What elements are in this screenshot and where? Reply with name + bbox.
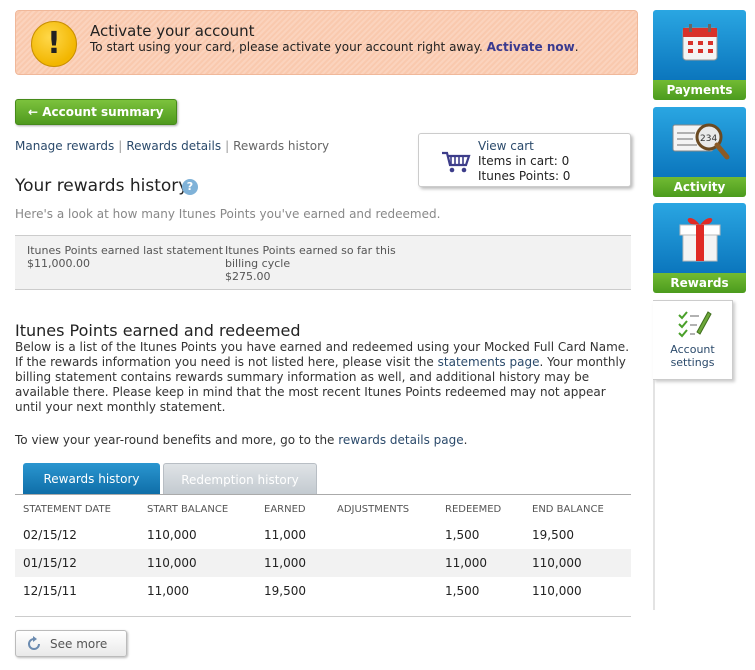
cart-items-count: Items in cart: 0 xyxy=(478,154,570,168)
cell-date: 12/15/11 xyxy=(23,584,77,598)
see-more-label: See more xyxy=(50,637,108,651)
sidebar-label-settings-2: settings xyxy=(670,356,715,369)
sidebar-rewards-bg xyxy=(653,203,746,273)
benefits-end: . xyxy=(463,433,468,447)
statements-page-link[interactable]: statements page xyxy=(438,355,540,369)
cell-earned: 11,000 xyxy=(256,549,329,577)
sidebar-label-payments: Payments xyxy=(653,80,746,100)
alert-text: To start using your card, please activat… xyxy=(90,40,579,54)
col-start-balance: START BALANCE xyxy=(147,503,229,515)
points-summary: Itunes Points earned last statement $11,… xyxy=(15,235,631,290)
table-bottom-divider xyxy=(15,616,631,617)
cart-widget: View cart Items in cart: 0 Itunes Points… xyxy=(418,133,631,187)
breadcrumb-manage-rewards[interactable]: Manage rewards xyxy=(15,139,114,153)
arrow-left-icon: ← xyxy=(28,105,39,119)
breadcrumb-rewards-details[interactable]: Rewards details xyxy=(126,139,221,153)
tabs-divider xyxy=(15,494,631,495)
cart-points: Itunes Points: 0 xyxy=(478,169,571,183)
table-row: 01/15/12 110,000 11,000 11,000 110,000 xyxy=(15,549,631,577)
tab-redemption-history[interactable]: Redemption history xyxy=(163,463,317,494)
cell-earned: 11,000 xyxy=(264,528,306,542)
benefits-text: To view your year-round benefits and mor… xyxy=(15,433,467,447)
cell-start: 110,000 xyxy=(147,528,197,542)
exclamation-icon: ! xyxy=(31,21,77,67)
col-statement-date: STATEMENT DATE xyxy=(23,503,111,515)
see-more-button[interactable]: See more xyxy=(15,630,127,657)
cell-redeemed: 1,500 xyxy=(445,528,480,542)
sidebar-payments-bg xyxy=(653,10,746,80)
breadcrumb: Manage rewards | Rewards details | Rewards h… xyxy=(15,139,329,153)
cell-date: 02/15/12 xyxy=(23,528,77,542)
account-summary-label: Account summary xyxy=(42,105,164,119)
cell-end: 19,500 xyxy=(532,528,574,542)
breadcrumb-rewards-history: Rewards history xyxy=(233,139,330,153)
breadcrumb-separator: | xyxy=(225,139,230,153)
cart-icon[interactable] xyxy=(441,150,471,174)
checklist-pencil-icon xyxy=(677,311,712,338)
table-row: 12/15/11 11,000 19,500 1,500 110,000 xyxy=(15,577,631,605)
sidebar-label-activity: Activity xyxy=(653,177,746,197)
benefits-lead: To view your year-round benefits and mor… xyxy=(15,433,335,447)
col-adjustments: ADJUSTMENTS xyxy=(337,503,410,515)
view-cart-link[interactable]: View cart xyxy=(478,139,534,153)
alert-message: To start using your card, please activat… xyxy=(90,40,483,54)
tab-rewards-history[interactable]: Rewards history xyxy=(23,463,160,494)
current-cycle-value: $275.00 xyxy=(225,270,271,283)
cell-end: 110,000 xyxy=(532,584,582,598)
sidebar-item-payments[interactable]: Payments xyxy=(653,10,746,100)
cell-earned: 19,500 xyxy=(264,584,306,598)
sidebar-label-settings-1: Account xyxy=(670,343,715,356)
sidebar-item-activity[interactable]: 234 Activity xyxy=(653,107,746,197)
cell-redeemed: 1,500 xyxy=(445,584,480,598)
col-redeemed: REDEEMED xyxy=(445,503,502,515)
account-summary-button[interactable]: ← Account summary xyxy=(15,99,177,125)
activity-badge: 234 xyxy=(700,134,717,144)
gift-icon xyxy=(679,217,721,262)
section-description: Below is a list of the Itunes Points you… xyxy=(15,340,631,415)
current-cycle-label: Itunes Points earned so far this billing… xyxy=(225,244,396,270)
sidebar-label-rewards: Rewards xyxy=(653,273,746,293)
sidebar-item-account-settings[interactable]: Account settings xyxy=(653,300,733,380)
cell-adjustments xyxy=(329,577,437,605)
cell-redeemed: 11,000 xyxy=(437,549,524,577)
activate-now-link[interactable]: Activate now xyxy=(487,40,575,54)
sidebar-activity-bg: 234 xyxy=(653,107,746,177)
rewards-history-table: STATEMENT DATE START BALANCE EARNED ADJU… xyxy=(15,497,631,605)
col-earned: EARNED xyxy=(264,503,306,515)
cell-date: 01/15/12 xyxy=(15,549,139,577)
cell-start: 11,000 xyxy=(147,584,189,598)
col-end-balance: END BALANCE xyxy=(532,503,604,515)
cell-end: 110,000 xyxy=(524,549,631,577)
cell-adjustments xyxy=(329,549,437,577)
last-statement-label: Itunes Points earned last statement xyxy=(27,244,224,257)
section-title: Itunes Points earned and redeemed xyxy=(15,321,301,340)
alert-title: Activate your account xyxy=(90,22,255,40)
activation-alert: ! Activate your account To start using y… xyxy=(15,10,638,75)
table-row: 02/15/12 110,000 11,000 1,500 19,500 xyxy=(15,521,631,549)
page-intro: Here's a look at how many Itunes Points … xyxy=(15,207,441,221)
last-statement-value: $11,000.00 xyxy=(27,257,90,270)
table-header-row: STATEMENT DATE START BALANCE EARNED ADJU… xyxy=(15,497,631,521)
refresh-icon xyxy=(28,636,40,650)
alert-period: . xyxy=(574,40,579,54)
calendar-icon xyxy=(682,24,718,61)
cell-start: 110,000 xyxy=(139,549,256,577)
magnifier-icon: 234 xyxy=(672,123,730,160)
cell-adjustments xyxy=(329,521,437,549)
sidebar-item-rewards[interactable]: Rewards xyxy=(653,203,746,293)
page-title: Your rewards history xyxy=(15,176,189,196)
breadcrumb-separator: | xyxy=(118,139,123,153)
help-icon[interactable]: ? xyxy=(182,179,198,195)
rewards-details-link[interactable]: rewards details page xyxy=(338,433,463,447)
